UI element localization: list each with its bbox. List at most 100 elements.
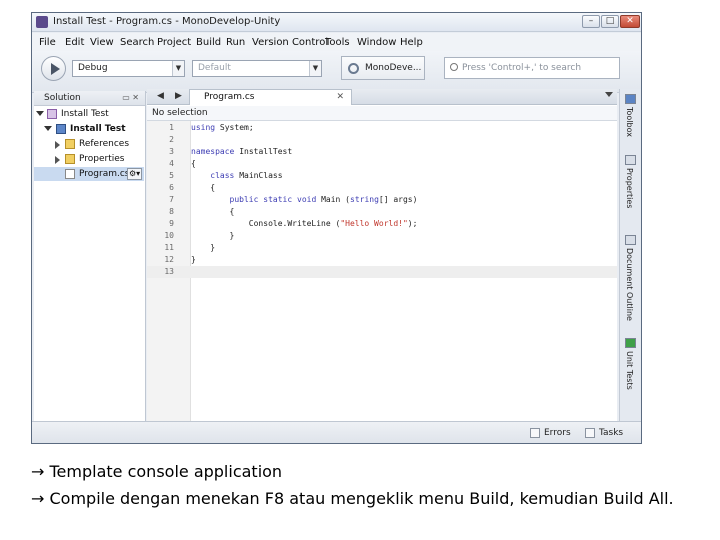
menu-version-control[interactable]: Version Control [252, 37, 328, 48]
code-line[interactable]: 3 namespace InstallTest [147, 146, 617, 158]
menu-edit[interactable]: Edit [65, 37, 84, 48]
line-number: 12 [164, 255, 174, 264]
search-input[interactable]: Press 'Control+,' to search [444, 57, 620, 79]
close-button[interactable]: ✕ [620, 15, 640, 28]
code-line[interactable]: 9 Console.WriteLine ("Hello World!"); [147, 218, 617, 230]
close-tab-icon[interactable]: ✕ [336, 90, 344, 105]
dock-unit-tests[interactable]: Unit Tests [622, 338, 640, 418]
line-number: 4 [169, 159, 174, 168]
dock-label: Toolbox [625, 107, 634, 137]
code-line[interactable]: 6 { [147, 182, 617, 194]
tasks-button[interactable]: Tasks [583, 426, 623, 440]
errors-button[interactable]: Errors [528, 426, 571, 440]
dock-properties[interactable]: Properties [622, 155, 640, 227]
code-line[interactable]: 7 public static void Main (string[] args… [147, 194, 617, 206]
configuration-select[interactable]: Debug ▼ [72, 60, 185, 77]
status-area: MonoDeve... [341, 56, 425, 80]
menu-file[interactable]: File [39, 37, 56, 48]
dock-label: Unit Tests [625, 351, 634, 390]
menu-search[interactable]: Search [120, 37, 154, 48]
tree-item-references[interactable]: References [34, 137, 144, 151]
code-text: } [191, 231, 235, 240]
status-text: MonoDeve... [365, 63, 422, 73]
forward-arrow-icon[interactable]: ▶ [175, 91, 182, 101]
dock-label: Properties [625, 168, 634, 209]
play-icon [51, 63, 60, 75]
expander-closed-icon[interactable] [55, 141, 60, 149]
line-number: 1 [169, 123, 174, 132]
code-line[interactable]: 13 [147, 266, 617, 278]
tree-item-project[interactable]: Install Test [34, 122, 144, 136]
maximize-button[interactable]: □ [601, 15, 619, 28]
solution-pad-title: Solution [44, 93, 81, 103]
properties-icon [625, 155, 636, 165]
run-button[interactable] [41, 56, 66, 81]
caption-line-2: → Compile dengan menekan F8 atau mengekl… [31, 489, 674, 508]
app-icon [36, 16, 48, 28]
code-line[interactable]: 11 } [147, 242, 617, 254]
menu-window[interactable]: Window [357, 37, 396, 48]
menu-help[interactable]: Help [400, 37, 423, 48]
line-number: 13 [164, 267, 174, 276]
expander-closed-icon[interactable] [55, 156, 60, 164]
tab-program-cs[interactable]: Program.cs ✕ [189, 89, 352, 105]
title-bar: Install Test - Program.cs - MonoDevelop-… [32, 13, 641, 32]
back-arrow-icon[interactable]: ◀ [157, 91, 164, 101]
dock-label: Document Outline [625, 248, 634, 321]
code-text: class MainClass [210, 171, 283, 180]
slide-caption: → Template console application → Compile… [31, 458, 711, 512]
code-line[interactable]: 1 using System; [147, 122, 617, 134]
solution-pad-header: Solution ▭ ✕ [34, 91, 145, 106]
toolbox-icon [625, 94, 636, 104]
window-title: Install Test - Program.cs - MonoDevelop-… [53, 16, 281, 27]
menu-view[interactable]: View [90, 37, 114, 48]
line-number: 2 [169, 135, 174, 144]
breadcrumb[interactable]: No selection [147, 106, 617, 121]
dock-toolbox[interactable]: Toolbox [622, 94, 640, 154]
code-text: } [191, 255, 196, 264]
tree-item-label: Install Test [61, 109, 109, 119]
code-line[interactable]: 8 { [147, 206, 617, 218]
search-placeholder: Press 'Control+,' to search [462, 63, 582, 73]
code-line[interactable]: 2 [147, 134, 617, 146]
folder-icon [65, 139, 75, 149]
code-text: namespace InstallTest [191, 147, 293, 156]
menu-run[interactable]: Run [226, 37, 245, 48]
code-line[interactable]: 5 class MainClass [147, 170, 617, 182]
code-text: { [191, 207, 235, 216]
line-number: 7 [169, 195, 174, 204]
tasks-icon [585, 428, 595, 438]
code-line[interactable]: 4{ [147, 158, 617, 170]
menu-project[interactable]: Project [157, 37, 191, 48]
tree-item-label: Properties [79, 154, 125, 164]
pad-options-icon[interactable]: ▭ ✕ [122, 91, 139, 105]
expander-open-icon[interactable] [36, 111, 44, 116]
code-text: using System; [191, 123, 254, 132]
document-tab-bar: ◀ ▶ Program.cs ✕ [147, 89, 617, 105]
code-line[interactable]: 12} [147, 254, 617, 266]
configuration-value: Debug [78, 63, 108, 73]
minimize-button[interactable]: – [582, 15, 600, 28]
code-line[interactable]: 10 } [147, 230, 617, 242]
solution-icon [47, 109, 57, 119]
chevron-down-icon: ▼ [172, 61, 184, 76]
tree-item-properties[interactable]: Properties [34, 152, 144, 166]
code-text: { [191, 183, 216, 192]
line-number: 9 [169, 219, 174, 228]
platform-select[interactable]: Default ▼ [192, 60, 322, 77]
menu-build[interactable]: Build [196, 37, 221, 48]
chevron-down-icon: ▼ [309, 61, 321, 76]
folder-icon [65, 154, 75, 164]
tasks-label: Tasks [599, 428, 624, 438]
right-dock: Toolbox Properties Document Outline Unit… [619, 89, 641, 422]
expander-open-icon[interactable] [44, 126, 52, 131]
dock-document-outline[interactable]: Document Outline [622, 235, 640, 335]
line-number: 11 [164, 243, 174, 252]
tab-list-icon[interactable] [605, 92, 613, 97]
code-text: public static void Main (string[] args) [229, 195, 418, 204]
menu-tools[interactable]: Tools [325, 37, 350, 48]
item-options-icon[interactable]: ⚙▾ [127, 168, 143, 180]
tree-item-program-cs[interactable]: Program.cs ⚙▾ [34, 167, 144, 181]
errors-label: Errors [544, 428, 571, 438]
tree-item-solution[interactable]: Install Test [34, 107, 144, 121]
